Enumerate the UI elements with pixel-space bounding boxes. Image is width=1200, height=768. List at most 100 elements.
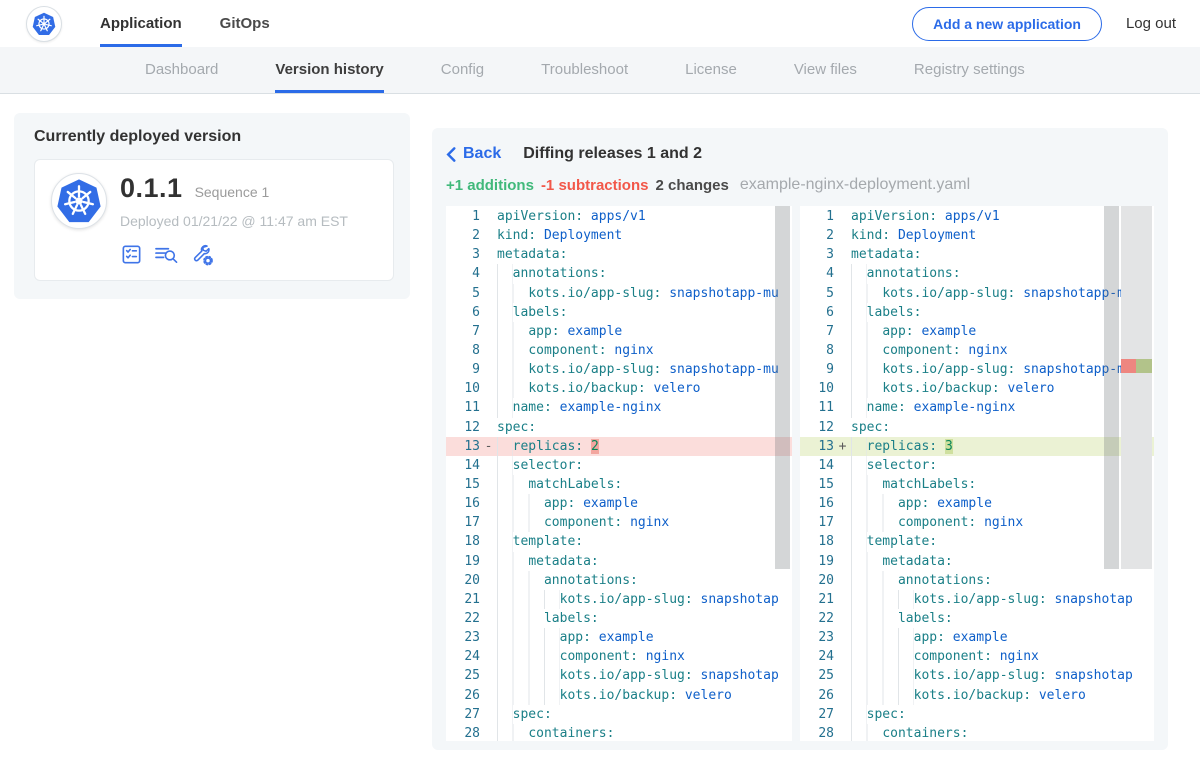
code-line: 25kots.io/app-slug: snapshotap bbox=[800, 666, 1154, 685]
top-nav: ApplicationGitOps Add a new application … bbox=[0, 0, 1200, 47]
deployed-version-panel: 0.1.1 Sequence 1 Deployed 01/21/22 @ 11:… bbox=[34, 159, 394, 281]
code-line: 4annotations: bbox=[446, 264, 792, 283]
diff-title: Diffing releases 1 and 2 bbox=[523, 145, 702, 163]
version-number: 0.1.1 bbox=[120, 173, 183, 204]
code-line: 9kots.io/app-slug: snapshotapp-mu bbox=[446, 360, 792, 379]
code-line: 21kots.io/app-slug: snapshotap bbox=[446, 590, 792, 609]
primary-tab-gitops[interactable]: GitOps bbox=[220, 0, 270, 47]
code-line: 6labels: bbox=[446, 303, 792, 322]
code-line: 15matchLabels: bbox=[446, 475, 792, 494]
diff-filename: example-nginx-deployment.yaml bbox=[740, 176, 970, 194]
kubernetes-logo-icon bbox=[32, 12, 56, 36]
chevron-left-icon bbox=[446, 147, 456, 162]
code-line: 2kind: Deployment bbox=[800, 226, 1154, 245]
code-line: 17component: nginx bbox=[446, 513, 792, 532]
app-logo[interactable] bbox=[26, 6, 62, 42]
code-line: 22labels: bbox=[446, 609, 792, 628]
scrollbar-thumb[interactable] bbox=[1104, 206, 1119, 569]
code-line: 24component: nginx bbox=[446, 647, 792, 666]
code-line: 3metadata: bbox=[800, 245, 1154, 264]
code-lines-modified: 1apiVersion: apps/v12kind: Deployment3me… bbox=[800, 206, 1154, 741]
code-line: 20annotations: bbox=[446, 571, 792, 590]
code-line: 27spec: bbox=[446, 705, 792, 724]
subnav-item-config[interactable]: Config bbox=[441, 47, 484, 93]
app-version-logo bbox=[51, 173, 107, 229]
code-line: 7app: example bbox=[800, 322, 1154, 341]
primary-nav: Application GitOps bbox=[100, 0, 270, 47]
code-line: 15matchLabels: bbox=[800, 475, 1154, 494]
config-wrench-gear-icon[interactable] bbox=[190, 242, 214, 266]
app-subnav: Dashboard Version history Config Troublesho… bbox=[0, 47, 1200, 94]
code-line: 14selector: bbox=[446, 456, 792, 475]
code-line: 14selector: bbox=[800, 456, 1154, 475]
code-line: 24component: nginx bbox=[800, 647, 1154, 666]
code-line: 3metadata: bbox=[446, 245, 792, 264]
code-line: 4annotations: bbox=[800, 264, 1154, 283]
code-line: 27spec: bbox=[800, 705, 1154, 724]
ruler-viewport-indicator bbox=[1121, 206, 1152, 569]
subnav-item-version-history[interactable]: Version history bbox=[275, 47, 383, 93]
primary-tab-application[interactable]: Application bbox=[100, 0, 182, 47]
deployed-card-title: Currently deployed version bbox=[34, 128, 394, 146]
code-line: 26kots.io/backup: velero bbox=[446, 686, 792, 705]
code-line: 5kots.io/app-slug: snapshotapp-mu bbox=[800, 284, 1154, 303]
code-line: 21kots.io/app-slug: snapshotap bbox=[800, 590, 1154, 609]
code-lines-original: 1apiVersion: apps/v12kind: Deployment3me… bbox=[446, 206, 792, 741]
code-line: 9kots.io/app-slug: snapshotapp-mu bbox=[800, 360, 1154, 379]
code-line: 8component: nginx bbox=[800, 341, 1154, 360]
code-line: 12spec: bbox=[800, 418, 1154, 437]
version-action-icons bbox=[120, 242, 348, 266]
diff-pane-original[interactable]: 1apiVersion: apps/v12kind: Deployment3me… bbox=[446, 206, 792, 741]
diff-summary: +1 additions -1 subtractions 2 changes e… bbox=[446, 176, 1154, 194]
code-line: 7app: example bbox=[446, 322, 792, 341]
code-line: 10kots.io/backup: velero bbox=[800, 379, 1154, 398]
code-line: 28containers: bbox=[446, 724, 792, 741]
code-line: 5kots.io/app-slug: snapshotapp-mu bbox=[446, 284, 792, 303]
code-line: 18template: bbox=[800, 532, 1154, 551]
deployed-timestamp: Deployed 01/21/22 @ 11:47 am EST bbox=[120, 213, 348, 229]
logout-link[interactable]: Log out bbox=[1126, 15, 1176, 32]
code-line: 16app: example bbox=[800, 494, 1154, 513]
changes-count: 2 changes bbox=[655, 177, 728, 194]
subtractions-count: -1 subtractions bbox=[541, 177, 649, 194]
subnav-item-dashboard[interactable]: Dashboard bbox=[145, 47, 218, 93]
main-content: Currently deployed version bbox=[0, 94, 1200, 750]
code-line: 12spec: bbox=[446, 418, 792, 437]
additions-count: +1 additions bbox=[446, 177, 534, 194]
code-line: 25kots.io/app-slug: snapshotap bbox=[446, 666, 792, 685]
code-line: 11name: example-nginx bbox=[800, 398, 1154, 417]
ruler-addition-mark bbox=[1136, 359, 1152, 373]
ruler-deletion-mark bbox=[1121, 359, 1136, 373]
code-line: 22labels: bbox=[800, 609, 1154, 628]
code-line: 13+replicas: 3 bbox=[800, 437, 1154, 456]
subnav-item-license[interactable]: License bbox=[685, 47, 737, 93]
subnav-item-view-files[interactable]: View files bbox=[794, 47, 857, 93]
release-notes-icon[interactable] bbox=[120, 243, 143, 266]
code-line: 23app: example bbox=[800, 628, 1154, 647]
back-link[interactable]: Back bbox=[446, 145, 501, 163]
code-line: 1apiVersion: apps/v1 bbox=[446, 207, 792, 226]
code-line: 6labels: bbox=[800, 303, 1154, 322]
code-line: 11name: example-nginx bbox=[446, 398, 792, 417]
view-diff-lines-icon[interactable] bbox=[154, 243, 179, 266]
kubernetes-logo-icon bbox=[56, 178, 102, 224]
code-line: 2kind: Deployment bbox=[446, 226, 792, 245]
code-line: 13-replicas: 2 bbox=[446, 437, 792, 456]
code-line: 18template: bbox=[446, 532, 792, 551]
code-line: 19metadata: bbox=[800, 552, 1154, 571]
diff-pane-modified[interactable]: 1apiVersion: apps/v12kind: Deployment3me… bbox=[800, 206, 1154, 741]
scrollbar-thumb[interactable] bbox=[775, 206, 790, 569]
subnav-item-registry-settings[interactable]: Registry settings bbox=[914, 47, 1025, 93]
code-line: 10kots.io/backup: velero bbox=[446, 379, 792, 398]
add-application-button[interactable]: Add a new application bbox=[912, 7, 1102, 41]
currently-deployed-card: Currently deployed version bbox=[14, 113, 410, 299]
code-line: 17component: nginx bbox=[800, 513, 1154, 532]
code-line: 19metadata: bbox=[446, 552, 792, 571]
sequence-label: Sequence 1 bbox=[195, 184, 270, 200]
code-line: 26kots.io/backup: velero bbox=[800, 686, 1154, 705]
diff-view-card: Back Diffing releases 1 and 2 +1 additio… bbox=[432, 128, 1168, 750]
subnav-item-troubleshoot[interactable]: Troubleshoot bbox=[541, 47, 628, 93]
code-line: 1apiVersion: apps/v1 bbox=[800, 207, 1154, 226]
code-line: 28containers: bbox=[800, 724, 1154, 741]
code-line: 23app: example bbox=[446, 628, 792, 647]
